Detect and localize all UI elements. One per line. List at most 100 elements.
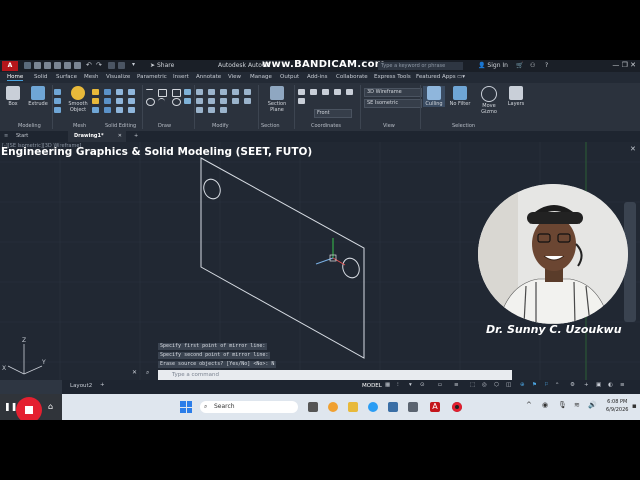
- panel-label-view[interactable]: View: [383, 123, 395, 129]
- widgets-icon[interactable]: [328, 402, 338, 412]
- separate-icon[interactable]: [116, 107, 123, 113]
- union-icon[interactable]: [104, 89, 111, 95]
- saveas-icon[interactable]: [54, 62, 61, 69]
- fillet-icon[interactable]: [220, 98, 227, 104]
- extrude-button[interactable]: Extrude: [26, 86, 50, 107]
- rectangle-icon[interactable]: [172, 89, 181, 97]
- trim-icon[interactable]: [220, 89, 227, 95]
- customize-status-icon[interactable]: ≡: [620, 382, 625, 388]
- file-explorer-icon[interactable]: [348, 402, 358, 412]
- menu-icon[interactable]: ≡: [4, 133, 8, 139]
- ribbon-options-icon[interactable]: ▭▾: [457, 74, 465, 80]
- tab-insert[interactable]: Insert: [173, 74, 189, 80]
- store-icon[interactable]: [388, 402, 398, 412]
- units-icon[interactable]: +: [584, 382, 589, 388]
- panel-label-coordinates[interactable]: Coordinates: [311, 123, 341, 129]
- circle-icon[interactable]: [146, 98, 155, 106]
- tray-chevron-icon[interactable]: ^: [526, 401, 532, 409]
- layers-quick-icon[interactable]: [118, 62, 125, 69]
- 3d-osnap-icon[interactable]: ◎: [482, 382, 487, 388]
- polyline-icon[interactable]: [158, 89, 167, 97]
- command-close-icon[interactable]: ✕: [132, 369, 137, 376]
- window-controls[interactable]: — ❐ ✕: [612, 61, 636, 69]
- cart-icon[interactable]: 🛒: [516, 62, 523, 69]
- new-tab-button[interactable]: +: [134, 133, 138, 139]
- offset-icon[interactable]: [244, 89, 251, 95]
- gizmo-status-icon[interactable]: ⊕: [520, 382, 525, 388]
- bandicam-taskbar-icon[interactable]: [452, 402, 462, 412]
- tab-home[interactable]: Home: [7, 74, 24, 81]
- line-icon[interactable]: [146, 89, 153, 96]
- no-filter-button[interactable]: No Filter: [448, 86, 472, 107]
- tab-solid[interactable]: Solid: [34, 74, 47, 80]
- undo-icon[interactable]: ↶: [86, 62, 93, 69]
- tab-drawing1[interactable]: Drawing1* ✕: [68, 131, 126, 142]
- stretch-icon[interactable]: [196, 107, 203, 113]
- keyword-search-input[interactable]: Type a keyword or phrase: [378, 62, 463, 70]
- workspace-switch-icon[interactable]: ⚙: [570, 382, 575, 388]
- ortho-icon[interactable]: ▾: [409, 382, 412, 388]
- open-icon[interactable]: [34, 62, 41, 69]
- scale-icon[interactable]: [208, 107, 215, 113]
- annotation-scale-icon[interactable]: ᴬ: [556, 382, 558, 388]
- osnap-icon[interactable]: ▫: [438, 382, 442, 388]
- fillet-edge-icon[interactable]: [128, 107, 135, 113]
- edge-icon[interactable]: [368, 402, 378, 412]
- mesh-refine-icon[interactable]: [92, 107, 99, 113]
- panel-label-solid-editing[interactable]: Solid Editing: [105, 123, 136, 129]
- drawing-viewport[interactable]: [-][SE Isometric][3D Wireframe] Z X Y ✕ …: [0, 142, 640, 380]
- web-icon[interactable]: [64, 62, 71, 69]
- ucs-z-icon[interactable]: [346, 89, 353, 95]
- command-input[interactable]: Type a command: [158, 370, 512, 380]
- new-icon[interactable]: [24, 62, 31, 69]
- move-icon[interactable]: [196, 89, 203, 95]
- dynamic-ucs-icon[interactable]: ⬡: [494, 382, 499, 388]
- rotate-icon[interactable]: [208, 89, 215, 95]
- shell-icon[interactable]: [128, 89, 135, 95]
- tab-addins[interactable]: Add-ins: [307, 74, 328, 80]
- panel-label-modeling[interactable]: Modeling: [18, 123, 41, 129]
- annotation-visibility-icon[interactable]: ⚑: [532, 382, 537, 388]
- panel-label-draw[interactable]: Draw: [158, 123, 171, 129]
- tab-parametric[interactable]: Parametric: [137, 74, 167, 80]
- close-tab-icon[interactable]: ✕: [118, 131, 122, 142]
- ucs-world-icon[interactable]: [298, 98, 305, 104]
- layers-button[interactable]: Layers: [506, 86, 526, 107]
- record-stop-button[interactable]: [16, 397, 42, 420]
- camera-app-icon[interactable]: [408, 402, 418, 412]
- imprint-icon[interactable]: [128, 98, 135, 104]
- extract-edges-icon[interactable]: [116, 89, 123, 95]
- mesh-sphere-icon[interactable]: [54, 89, 61, 95]
- redo-icon[interactable]: ↷: [96, 62, 103, 69]
- help-icon[interactable]: ?: [545, 62, 548, 69]
- lineweight-icon[interactable]: ≡: [454, 382, 459, 388]
- selection-filter-icon[interactable]: ◫: [506, 382, 511, 388]
- tab-view[interactable]: View: [228, 74, 241, 80]
- mirror-icon[interactable]: [208, 98, 215, 104]
- autocad-logo[interactable]: A: [2, 61, 18, 71]
- arc-icon[interactable]: [158, 98, 165, 105]
- workspace-icon[interactable]: [108, 62, 115, 69]
- 3d-move-icon[interactable]: [244, 98, 251, 104]
- panel-label-modify[interactable]: Modify: [212, 123, 229, 129]
- autocad-taskbar-icon[interactable]: A: [430, 402, 440, 412]
- microphone-icon[interactable]: 🎙: [558, 401, 567, 409]
- polar-icon[interactable]: ⊙: [420, 382, 425, 388]
- notification-icon[interactable]: ▪: [632, 402, 637, 410]
- tab-output[interactable]: Output: [280, 74, 299, 80]
- tab-start[interactable]: Start: [16, 133, 28, 139]
- customize-icon[interactable]: ▾: [132, 62, 139, 69]
- ucs-origin-icon[interactable]: [310, 89, 317, 95]
- mesh-smooth-more-icon[interactable]: [92, 89, 99, 95]
- share-button[interactable]: ➤ Share: [150, 62, 174, 69]
- people-icon[interactable]: ⚇: [530, 62, 535, 69]
- panel-label-selection[interactable]: Selection: [452, 123, 475, 129]
- array-icon[interactable]: [220, 107, 227, 113]
- visual-style-dropdown[interactable]: 3D Wireframe: [364, 88, 422, 97]
- viewport-close-icon[interactable]: ✕: [630, 145, 636, 153]
- ucs-view-dropdown[interactable]: Front: [314, 109, 352, 118]
- erase-icon[interactable]: [232, 89, 239, 95]
- plate-outline[interactable]: [200, 157, 365, 359]
- section-plane-button[interactable]: Section Plane: [264, 86, 290, 113]
- tab-layout2[interactable]: Layout2: [70, 383, 92, 389]
